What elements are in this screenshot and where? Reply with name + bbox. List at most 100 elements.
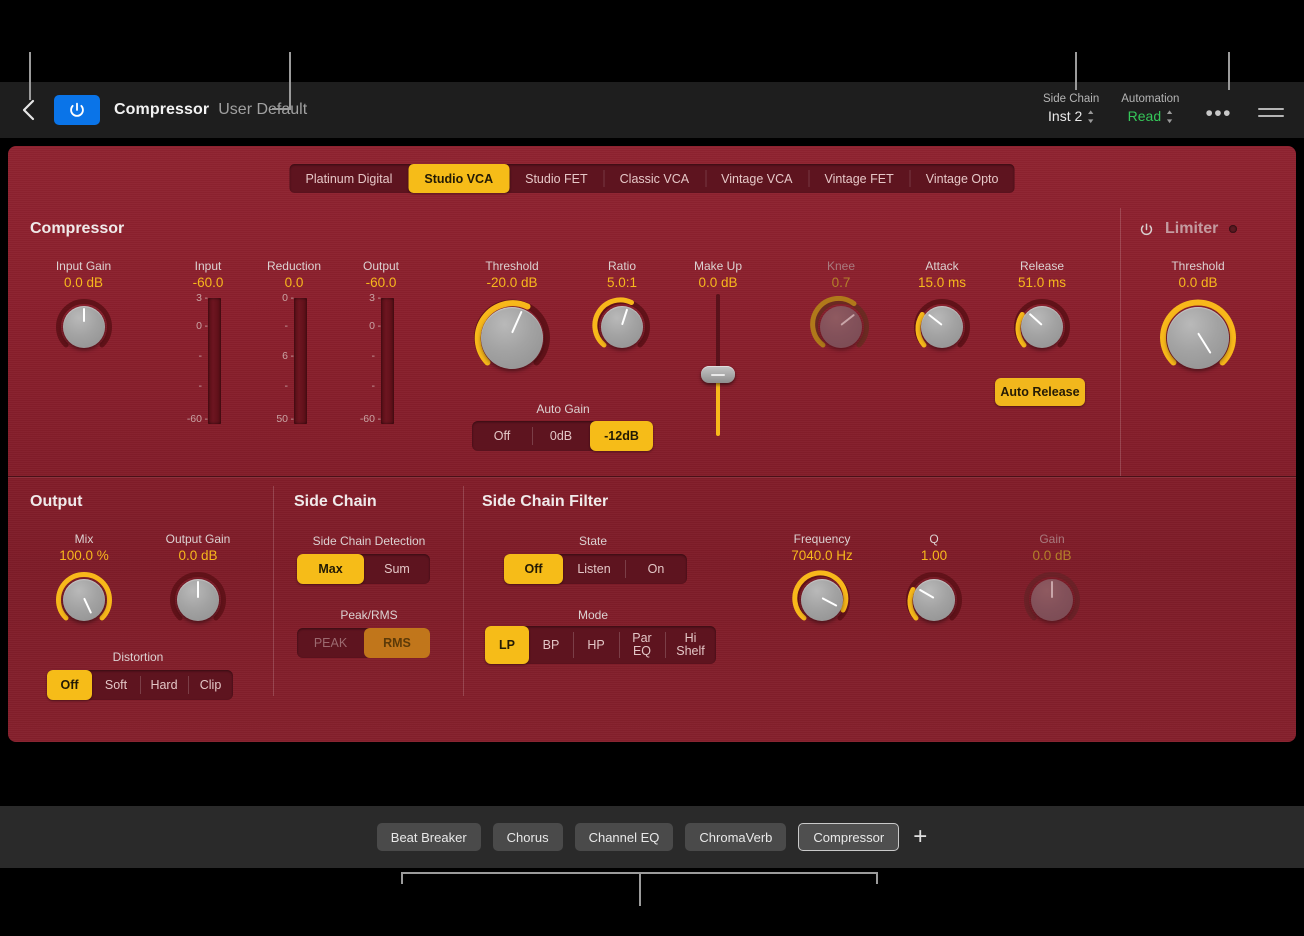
output-gain-knob-pointer <box>197 581 199 598</box>
side-chain-detection-group[interactable]: Max Sum <box>297 554 430 584</box>
model-tab-studio-vca[interactable]: Studio VCA <box>408 164 510 193</box>
filter-gain-knob-pointer <box>1051 581 1053 598</box>
distortion-option-soft[interactable]: Soft <box>92 670 140 700</box>
release-knob[interactable] <box>1011 296 1073 358</box>
auto-gain-option-minus12db[interactable]: -12dB <box>590 421 653 451</box>
state-group[interactable]: Off Listen On <box>504 554 687 584</box>
reduction-meter-dash-2: - <box>290 350 295 362</box>
model-tab-vintage-fet[interactable]: Vintage FET <box>808 164 909 193</box>
side-chain-value-row[interactable]: Inst 2 ▲ ▼ <box>1048 107 1095 126</box>
chain-chip-channel-eq[interactable]: Channel EQ <box>574 823 674 851</box>
more-options-button[interactable]: ••• <box>1205 103 1232 124</box>
side-chain-detection-option-sum[interactable]: Sum <box>364 554 430 584</box>
limiter-title: Limiter <box>1165 220 1219 237</box>
output-meter: Output -60.0 3 - 0 - - - -60 - <box>333 258 429 425</box>
auto-gain-option-0db[interactable]: 0dB <box>532 421 590 451</box>
distortion-group[interactable]: Off Soft Hard Clip <box>47 670 233 700</box>
attack-knob-face[interactable] <box>921 306 963 348</box>
q-label: Q <box>929 532 939 546</box>
model-tab-classic-vca[interactable]: Classic VCA <box>603 164 705 193</box>
state-option-on[interactable]: On <box>625 554 687 584</box>
state-label: State <box>578 534 608 548</box>
auto-gain-group[interactable]: Off 0dB -12dB <box>472 421 653 451</box>
peak-rms-option-rms[interactable]: RMS <box>364 628 430 658</box>
mode-option-bp[interactable]: BP <box>529 626 573 664</box>
callout-line-preset-v <box>289 52 291 110</box>
automation-label: Automation <box>1121 93 1180 105</box>
input-meter-value: -60.0 <box>192 275 224 290</box>
back-button[interactable] <box>8 82 48 138</box>
peak-rms-group[interactable]: PEAK RMS <box>297 628 430 658</box>
mix-label: Mix <box>74 532 94 546</box>
plugin-title: Compressor <box>114 101 210 118</box>
chain-chip-chorus[interactable]: Chorus <box>492 823 563 851</box>
attack-value: 15.0 ms <box>917 275 967 290</box>
side-chain-label: Side Chain <box>1042 93 1100 105</box>
chain-chip-compressor[interactable]: Compressor <box>798 823 900 851</box>
distortion-option-clip[interactable]: Clip <box>188 670 233 700</box>
output-meter-tick-1: 0 <box>369 320 375 332</box>
state-option-listen[interactable]: Listen <box>563 554 625 584</box>
state-option-off[interactable]: Off <box>504 554 563 584</box>
mode-option-lp[interactable]: LP <box>485 626 529 664</box>
ratio-knob[interactable] <box>591 296 653 358</box>
input-gain-knob-pointer <box>82 308 85 322</box>
reduction-meter-tick-0: 0 <box>282 292 288 304</box>
threshold-knob[interactable] <box>470 296 554 380</box>
limiter-threshold-label: Threshold <box>1171 259 1225 273</box>
reduction-meter-bar <box>294 298 307 424</box>
auto-gain-option-off[interactable]: Off <box>472 421 532 451</box>
mode-group[interactable]: LP BP HP Par EQ Hi Shelf <box>485 626 716 664</box>
ratio-knob-face[interactable] <box>601 306 643 348</box>
chain-chip-chromaverb[interactable]: ChromaVerb <box>685 823 787 851</box>
side-chain-detection-option-max[interactable]: Max <box>297 554 364 584</box>
q-knob[interactable] <box>903 569 965 631</box>
frequency-knob-face[interactable] <box>801 579 843 621</box>
output-gain-knob[interactable] <box>167 569 229 631</box>
mode-option-par-eq[interactable]: Par EQ <box>619 626 665 664</box>
automation-value-row[interactable]: Read ▲ ▼ <box>1127 107 1174 126</box>
attack-knob[interactable] <box>911 296 973 358</box>
add-plugin-button[interactable]: + <box>913 825 927 849</box>
distortion-label: Distortion <box>112 650 164 664</box>
hamburger-icon[interactable] <box>1258 108 1284 122</box>
filter-gain-knob[interactable] <box>1021 569 1083 631</box>
release-knob-face[interactable] <box>1021 306 1063 348</box>
preset-name[interactable]: User Default <box>218 101 307 119</box>
model-tab-vintage-opto[interactable]: Vintage Opto <box>909 164 1015 193</box>
threshold-param: Threshold -20.0 dB <box>458 258 566 380</box>
frequency-knob[interactable] <box>791 569 853 631</box>
mode-option-hp[interactable]: HP <box>573 626 619 664</box>
model-tab-studio-fet[interactable]: Studio FET <box>509 164 604 193</box>
q-knob-face[interactable] <box>913 579 955 621</box>
input-gain-knob[interactable] <box>53 296 115 358</box>
model-tab-group[interactable]: Platinum Digital Studio VCA Studio FET C… <box>289 164 1015 193</box>
automation-selector[interactable]: Automation Read ▲ ▼ <box>1121 92 1179 126</box>
threshold-label: Threshold <box>485 259 539 273</box>
limiter-threshold-knob-face[interactable] <box>1167 307 1229 369</box>
distortion-option-hard[interactable]: Hard <box>140 670 188 700</box>
model-tab-platinum-digital[interactable]: Platinum Digital <box>290 164 409 193</box>
mode-option-hi-shelf[interactable]: Hi Shelf <box>665 626 716 664</box>
limiter-threshold-knob[interactable] <box>1156 296 1240 380</box>
reduction-meter-tick-3: - <box>284 380 289 392</box>
side-chain-selector[interactable]: Side Chain Inst 2 ▲ ▼ <box>1043 92 1099 126</box>
power-icon <box>70 102 84 117</box>
automation-value: Read <box>1127 108 1162 124</box>
threshold-knob-face[interactable] <box>481 307 543 369</box>
chain-chip-beat-breaker[interactable]: Beat Breaker <box>376 823 481 851</box>
plugin-power-button[interactable] <box>54 95 100 125</box>
output-meter-dash-0: - <box>377 292 382 304</box>
knee-knob-face[interactable] <box>820 306 862 348</box>
make-up-slider-thumb[interactable] <box>701 366 735 383</box>
peak-rms-option-peak[interactable]: PEAK <box>297 628 364 658</box>
make-up-slider[interactable] <box>698 294 738 436</box>
knee-knob[interactable] <box>810 296 872 358</box>
auto-release-button[interactable]: Auto Release <box>995 378 1085 406</box>
model-tab-vintage-vca[interactable]: Vintage VCA <box>705 164 808 193</box>
input-meter-bar <box>208 298 221 424</box>
distortion-option-off[interactable]: Off <box>47 670 92 700</box>
limiter-power-icon[interactable] <box>1139 222 1154 237</box>
mix-knob[interactable] <box>53 569 115 631</box>
chevron-updown-icon: ▲ ▼ <box>1165 108 1174 125</box>
